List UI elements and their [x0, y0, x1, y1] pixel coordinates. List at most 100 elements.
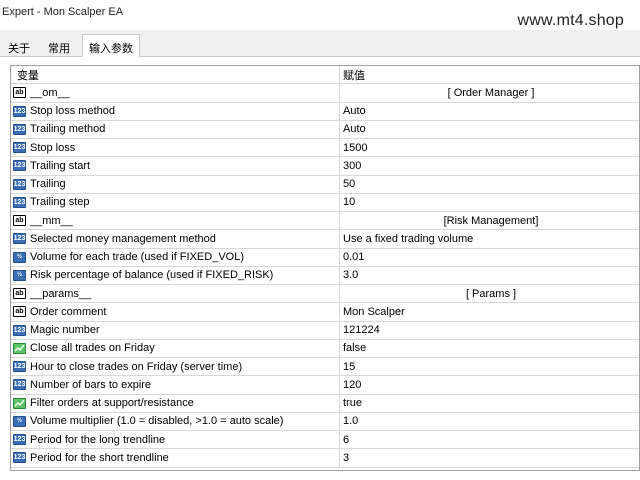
variable-cell[interactable]: ½ Volume for each trade (used if FIXED_VO…	[11, 248, 340, 266]
table-row[interactable]: 123 Trailing 50	[11, 175, 639, 194]
tab-inputs[interactable]: 输入参数	[82, 34, 140, 58]
variable-name: Volume for each trade (used if FIXED_VOL…	[30, 251, 244, 264]
table-row[interactable]: 123 Number of bars to expire 120	[11, 376, 639, 395]
table-row[interactable]: 123 Selected money management method Use a…	[11, 230, 639, 249]
value-cell[interactable]: 3.0	[340, 267, 639, 284]
value-cell[interactable]: 1500	[340, 139, 639, 156]
variable-name: __mm__	[30, 214, 73, 227]
value-cell[interactable]: 15	[340, 358, 639, 375]
integer-type-icon: 123	[13, 178, 26, 190]
value-cell[interactable]: 120	[340, 376, 639, 393]
value-cell[interactable]: [Risk Management]	[340, 212, 639, 229]
table-row[interactable]: 123 Stop loss 1500	[11, 139, 639, 158]
table-row[interactable]: 123 Period for the short trendline 3	[11, 449, 639, 468]
variable-cell[interactable]: 123 Trailing step	[11, 193, 340, 211]
value-cell[interactable]: 6	[340, 431, 639, 448]
table-row[interactable]: 123 Magic number 121224	[11, 321, 639, 340]
value-cell[interactable]: 50	[340, 176, 639, 193]
value-cell[interactable]: Mon Scalper	[340, 303, 639, 320]
value-cell[interactable]: Auto	[340, 121, 639, 138]
variable-name: Period for the short trendline	[30, 451, 169, 464]
variable-name: Stop loss	[30, 141, 76, 154]
boolean-type-icon	[13, 397, 26, 409]
value-cell[interactable]: 1.0	[340, 413, 639, 430]
variable-cell[interactable]: 123 Trailing method	[11, 120, 340, 138]
variable-cell[interactable]: ½ Risk percentage of balance (used if FIX…	[11, 266, 340, 284]
table-row[interactable]: ab __params__ [ Params ]	[11, 285, 639, 304]
variable-cell[interactable]: 123 Trailing start	[11, 157, 340, 175]
table-body: ab __om__ [ Order Manager ] 123 Stop loss me…	[11, 84, 639, 468]
table-row[interactable]: ½ Volume for each trade (used if FIXED_VO…	[11, 248, 639, 267]
table-header: 变量 赋值	[11, 66, 639, 85]
variable-name: Magic number	[30, 324, 100, 337]
variable-name: Close all trades on Friday	[30, 342, 155, 355]
variable-cell[interactable]: ab Order comment	[11, 303, 340, 321]
variable-name: Trailing	[30, 178, 66, 191]
table-row[interactable]: 123 Trailing method Auto	[11, 120, 639, 139]
variable-name: __om__	[30, 86, 70, 99]
tab-about[interactable]: 关于	[2, 37, 36, 57]
table-row[interactable]: 123 Period for the long trendline 6	[11, 431, 639, 450]
variable-cell[interactable]: Filter orders at support/resistance	[11, 394, 340, 412]
variable-name: Volume multiplier (1.0 = disabled, >1.0 …	[30, 415, 284, 428]
table-row[interactable]: ab __om__ [ Order Manager ]	[11, 84, 639, 103]
variable-name: Selected money management method	[30, 232, 216, 245]
value-cell[interactable]: true	[340, 395, 639, 412]
variable-cell[interactable]: 123 Selected money management method	[11, 230, 340, 248]
variable-cell[interactable]: 123 Trailing	[11, 175, 340, 193]
table-row[interactable]: ½ Risk percentage of balance (used if FIX…	[11, 266, 639, 285]
variable-cell[interactable]: ½ Volume multiplier (1.0 = disabled, >1.0…	[11, 412, 340, 430]
variable-name: Trailing step	[30, 196, 90, 209]
window-title: Expert - Mon Scalper EA	[2, 6, 124, 18]
variable-cell[interactable]: 123 Number of bars to expire	[11, 376, 340, 394]
variable-name: Filter orders at support/resistance	[30, 397, 194, 410]
integer-type-icon: 123	[13, 361, 26, 373]
variable-cell[interactable]: 123 Period for the long trendline	[11, 431, 340, 449]
variable-cell[interactable]: 123 Stop loss method	[11, 102, 340, 120]
table-row[interactable]: ½ Volume multiplier (1.0 = disabled, >1.0…	[11, 412, 639, 431]
variable-cell[interactable]: 123 Period for the short trendline	[11, 449, 340, 467]
table-row[interactable]: 123 Hour to close trades on Friday (serve…	[11, 358, 639, 377]
variable-cell[interactable]: 123 Magic number	[11, 321, 340, 339]
variable-cell[interactable]: ab __om__	[11, 84, 340, 102]
value-cell[interactable]: Auto	[340, 103, 639, 120]
variable-cell[interactable]: ab __mm__	[11, 212, 340, 230]
table-row[interactable]: 123 Trailing start 300	[11, 157, 639, 176]
value-cell[interactable]: 10	[340, 194, 639, 211]
integer-type-icon: 123	[13, 452, 26, 464]
variable-cell[interactable]: Close all trades on Friday	[11, 339, 340, 357]
watermark-text: www.mt4.shop	[517, 12, 624, 29]
value-cell[interactable]: 3	[340, 449, 639, 466]
title-bar: Expert - Mon Scalper EA www.mt4.shop	[0, 0, 640, 30]
table-row[interactable]: Filter orders at support/resistance true	[11, 394, 639, 413]
table-row[interactable]: Close all trades on Friday false	[11, 339, 639, 358]
variable-cell[interactable]: 123 Stop loss	[11, 139, 340, 157]
string-type-icon: ab	[13, 215, 26, 227]
variable-name: Risk percentage of balance (used if FIXE…	[30, 269, 274, 282]
integer-type-icon: 123	[13, 123, 26, 135]
value-cell[interactable]: false	[340, 340, 639, 357]
tab-common[interactable]: 常用	[42, 37, 76, 57]
variable-cell[interactable]: 123 Hour to close trades on Friday (serve…	[11, 358, 340, 376]
variable-name: __params__	[30, 287, 92, 300]
integer-type-icon: 123	[13, 434, 26, 446]
variable-cell[interactable]: ab __params__	[11, 285, 340, 303]
variable-name: Trailing start	[30, 159, 91, 172]
value-cell[interactable]: [ Params ]	[340, 285, 639, 302]
double-type-icon: ½	[13, 251, 26, 263]
value-cell[interactable]: 300	[340, 157, 639, 174]
value-cell[interactable]: Use a fixed trading volume	[340, 230, 639, 247]
table-row[interactable]: 123 Stop loss method Auto	[11, 102, 639, 121]
table-row[interactable]: ab __mm__ [Risk Management]	[11, 212, 639, 231]
header-variable[interactable]: 变量	[11, 66, 340, 84]
inputs-table: 变量 赋值 ab __om__ [ Order Manager ] 123 Stop l…	[10, 65, 640, 471]
double-type-icon: ½	[13, 415, 26, 427]
table-row[interactable]: ab Order comment Mon Scalper	[11, 303, 639, 322]
table-row[interactable]: 123 Trailing step 10	[11, 193, 639, 212]
value-cell[interactable]: 121224	[340, 322, 639, 339]
value-cell[interactable]: [ Order Manager ]	[340, 84, 639, 101]
value-cell[interactable]: 0.01	[340, 249, 639, 266]
string-type-icon: ab	[13, 87, 26, 99]
string-type-icon: ab	[13, 306, 26, 318]
header-value[interactable]: 赋值	[340, 66, 639, 83]
